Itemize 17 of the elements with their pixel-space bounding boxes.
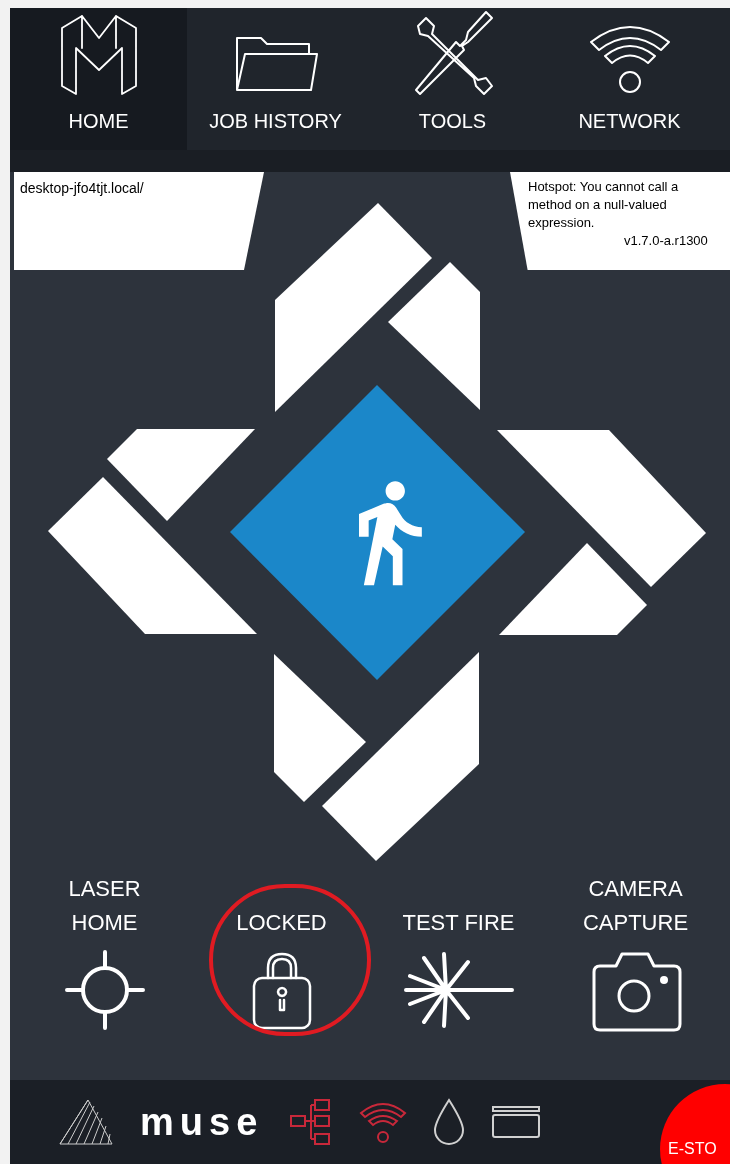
jog-arrow[interactable] bbox=[499, 543, 647, 635]
brand-logo: muse bbox=[140, 1103, 264, 1141]
action-button[interactable]: LASER HOME bbox=[19, 872, 190, 1032]
action-button[interactable]: CAMERA CAPTURE bbox=[550, 872, 721, 1032]
action-button[interactable]: TEST FIRE bbox=[373, 872, 544, 1032]
action-button[interactable]: LOCKED bbox=[196, 872, 367, 1032]
jog-arrow[interactable] bbox=[107, 429, 255, 521]
jog-arrow[interactable] bbox=[274, 654, 366, 802]
version-text: v1.7.0-a.r1300 bbox=[623, 232, 709, 250]
emergency-stop-button[interactable]: E-STO bbox=[660, 1084, 730, 1164]
hostname-panel: desktop-jfo4tjt.local/ bbox=[14, 172, 264, 270]
crosshair-icon bbox=[62, 948, 147, 1032]
hotspot-message: Hotspot: You cannot call a method on a null-valued expression. bbox=[528, 178, 680, 232]
jog-arrow[interactable] bbox=[388, 262, 480, 410]
home-button[interactable] bbox=[230, 385, 525, 680]
nav-tab[interactable]: HOME bbox=[10, 8, 187, 150]
fan-logo-icon bbox=[58, 1098, 114, 1146]
